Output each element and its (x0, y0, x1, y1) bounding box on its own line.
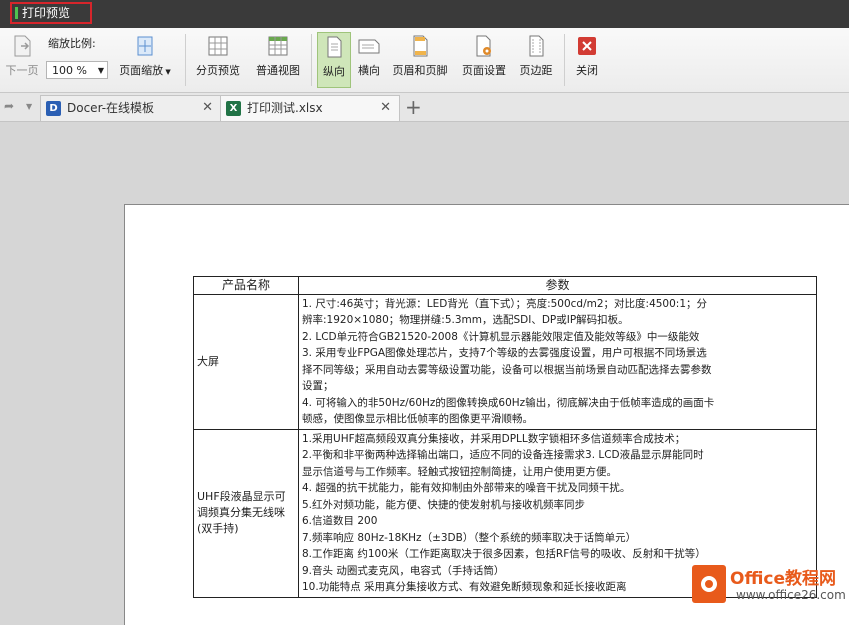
parameter-line: 6.信道数目 200 (302, 515, 378, 527)
tab-print-test-label: 打印测试.xlsx (247, 101, 323, 115)
title-bar: 打印预览 (0, 0, 849, 28)
page-preview-label: 分页预览 (196, 64, 240, 77)
page-setup-label: 页面设置 (462, 64, 506, 77)
product-name-cell: 大屏 (193, 293, 299, 430)
print-preview-title: 打印预览 (22, 6, 71, 20)
close-preview-button[interactable]: 关闭 (570, 32, 604, 88)
page-setup-icon (476, 35, 491, 57)
normal-view-icon (268, 36, 288, 56)
parameter-line: 4. 超强的抗干扰能力，能有效抑制由外部带来的噪音干扰及同频干扰。 (302, 482, 631, 494)
normal-view-label: 普通视图 (256, 64, 300, 77)
next-page-icon (14, 35, 31, 57)
zoom-select[interactable]: 100 % ▼ (46, 61, 108, 79)
page-break-preview-icon (208, 36, 228, 56)
tab-docer-label: Docer-在线模板 (67, 101, 155, 115)
header-footer-icon (413, 35, 428, 57)
parameter-line: 2. LCD单元符合GB21520-2008《计算机显示器能效限定值及能效等级》… (302, 330, 700, 343)
parameter-line: 7.频率响应 80Hz-18KHz（±3DB）（整个系统的频率取决于话筒单元） (302, 531, 637, 544)
parameter-line: 辨率:1920×1080；物理拼缝:5.3mm，选配SDI、DP或IP解码扣板。 (302, 314, 629, 326)
parameters-cell: 1. 尺寸:46英寸；背光源：LED背光（直下式）；亮度:500cd/m2；对比… (298, 293, 817, 430)
close-label: 关闭 (576, 64, 598, 77)
office-logo-icon (692, 565, 726, 603)
divider (311, 34, 312, 86)
portrait-page-icon (327, 36, 342, 58)
spec-table: 产品名称 参数 大屏 1. 尺寸:46英寸；背光源：LED背光（直下式）；亮度:… (193, 276, 817, 598)
divider (564, 34, 565, 86)
parameter-line: 择不同等级；采用自动去雾等级设置功能，设备可以根据当前场景自动匹配选择去雾参数 (302, 363, 712, 376)
next-page-label: 下一页 (5, 64, 39, 77)
preview-area[interactable]: 产品名称 参数 大屏 1. 尺寸:46英寸；背光源：LED背光（直下式）；亮度:… (0, 122, 849, 625)
parameter-line: 3. 采用专业FPGA图像处理芯片，支持7个等级的去雾强度设置，用户可根据不同场… (302, 347, 707, 359)
site-watermark: Office教程网 www.office26.com (690, 562, 849, 611)
table-header-row: 产品名称 参数 (193, 276, 817, 295)
parameter-line: 5.红外对频功能，能方便、快捷的使发射机与接收机频率同步 (302, 498, 586, 511)
print-preview-tab[interactable]: 打印预览 (10, 2, 92, 24)
close-icon (578, 37, 596, 55)
page-margin-button[interactable]: 页边距 (515, 32, 557, 88)
portrait-label: 纵向 (323, 65, 345, 78)
tab-docer[interactable]: D Docer-在线模板 ✕ (40, 95, 222, 121)
forward-arrow-icon[interactable]: ➦ (4, 99, 14, 113)
table-row: 大屏 1. 尺寸:46英寸；背光源：LED背光（直下式）；亮度:500cd/m2… (193, 293, 817, 430)
page-preview-button[interactable]: 分页预览 (191, 32, 245, 88)
landscape-label: 横向 (358, 64, 380, 77)
watermark-title: Office教程网 (730, 569, 837, 589)
close-icon[interactable]: ✕ (202, 96, 213, 120)
page-margin-label: 页边距 (519, 64, 553, 77)
parameter-line: 2.平衡和非平衡两种选择输出端口，适应不同的设备连接需求3. LCD液晶显示屏能… (302, 449, 704, 461)
page-zoom-label: 页面缩放 (119, 64, 164, 77)
parameter-line: 设置； (302, 380, 334, 392)
page-zoom-icon (137, 36, 153, 56)
divider (185, 34, 186, 86)
document-tab-bar: ➦ ▼ D Docer-在线模板 ✕ X 打印测试.xlsx ✕ + (0, 93, 849, 122)
excel-icon: X (226, 101, 241, 116)
parameter-line: 8.工作距离 约100米（工作距离取决于很多因素，包括RF信号的吸收、反射和干扰… (302, 548, 706, 560)
header-parameters: 参数 (298, 276, 817, 295)
parameter-line: 1. 尺寸:46英寸；背光源：LED背光（直下式）；亮度:500cd/m2；对比… (302, 297, 708, 310)
zoom-label: 缩放比例: (48, 37, 96, 50)
header-footer-button[interactable]: 页眉和页脚 (388, 32, 452, 88)
chevron-down-icon: ▼ (163, 68, 171, 76)
tab-print-test[interactable]: X 打印测试.xlsx ✕ (220, 95, 400, 121)
product-name-cell: UHF段液晶显示可调频真分集无线咪(双手持) (193, 428, 299, 598)
tab-list-dropdown-icon[interactable]: ▼ (26, 102, 32, 111)
close-icon[interactable]: ✕ (380, 96, 391, 120)
page-margin-icon (529, 35, 544, 57)
add-tab-icon[interactable]: + (405, 93, 422, 121)
parameter-line: 显示信道号与工作频率。轻触式按钮控制简捷，让用户使用更方便。 (302, 465, 617, 478)
parameter-line: 4. 可将输入的非50Hz/60Hz的图像转换成60Hz输出，彻底解决由于低帧率… (302, 396, 715, 409)
header-product-name: 产品名称 (193, 276, 299, 295)
page-zoom-button[interactable]: 页面缩放 ▼ (112, 32, 178, 88)
landscape-page-icon (358, 39, 380, 54)
page-setup-button[interactable]: 页面设置 (458, 32, 510, 88)
parameter-line: 顿感，使图像显示相比低帧率的图像更平滑顺畅。 (302, 413, 533, 425)
watermark-url: www.office26.com (736, 588, 846, 602)
normal-view-button[interactable]: 普通视图 (250, 32, 306, 88)
portrait-button[interactable]: 纵向 (317, 32, 351, 88)
header-footer-label: 页眉和页脚 (392, 64, 448, 77)
chevron-down-icon: ▼ (97, 66, 104, 75)
docer-icon: D (46, 101, 61, 116)
zoom-value: 100 % (52, 64, 87, 77)
next-page-button[interactable]: 下一页 (2, 32, 42, 88)
ribbon-toolbar: 下一页 缩放比例: 100 % ▼ 页面缩放 ▼ 分页预览 普通视图 纵向 横向… (0, 28, 849, 93)
parameter-line: 1.采用UHF超高频段双真分集接收，并采用DPLL数字锁相环多信道频率合成技术； (302, 432, 686, 445)
landscape-button[interactable]: 横向 (353, 32, 385, 88)
